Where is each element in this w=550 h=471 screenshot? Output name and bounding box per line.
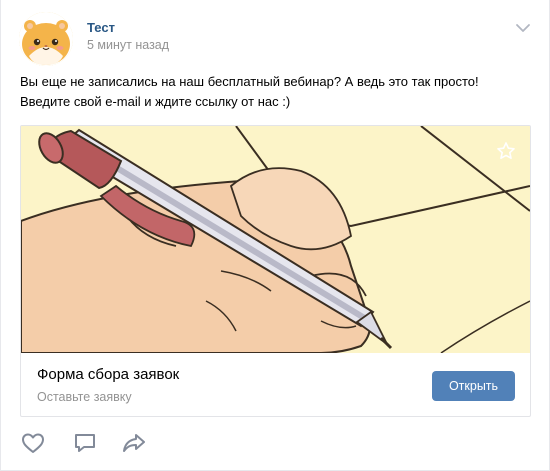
card-image[interactable] xyxy=(21,126,530,354)
post-text-line: Введите свой e-mail и ждите ссылку от на… xyxy=(20,94,291,109)
lead-form-card[interactable]: Форма сбора заявок Оставьте заявку Откры… xyxy=(20,125,531,417)
card-title[interactable]: Форма сбора заявок xyxy=(37,366,179,383)
hamster-avatar-image xyxy=(19,12,73,66)
hand-writing-illustration xyxy=(21,126,530,354)
open-button[interactable]: Открыть xyxy=(432,371,515,401)
post-text: Вы еще не записались на наш бесплатный в… xyxy=(20,72,530,112)
wall-post: Тест 5 минут назад Вы еще не записались … xyxy=(0,0,550,471)
comment-icon[interactable] xyxy=(72,431,98,455)
chevron-down-icon[interactable] xyxy=(515,20,531,36)
post-time[interactable]: 5 минут назад xyxy=(87,38,169,52)
author-name[interactable]: Тест xyxy=(87,20,115,35)
post-text-line: Вы еще не записались на наш бесплатный в… xyxy=(20,74,479,89)
card-subtitle: Оставьте заявку xyxy=(37,390,132,404)
heart-icon[interactable] xyxy=(20,431,46,455)
share-icon[interactable] xyxy=(121,431,147,455)
avatar[interactable] xyxy=(19,12,73,66)
star-icon[interactable] xyxy=(496,141,516,161)
